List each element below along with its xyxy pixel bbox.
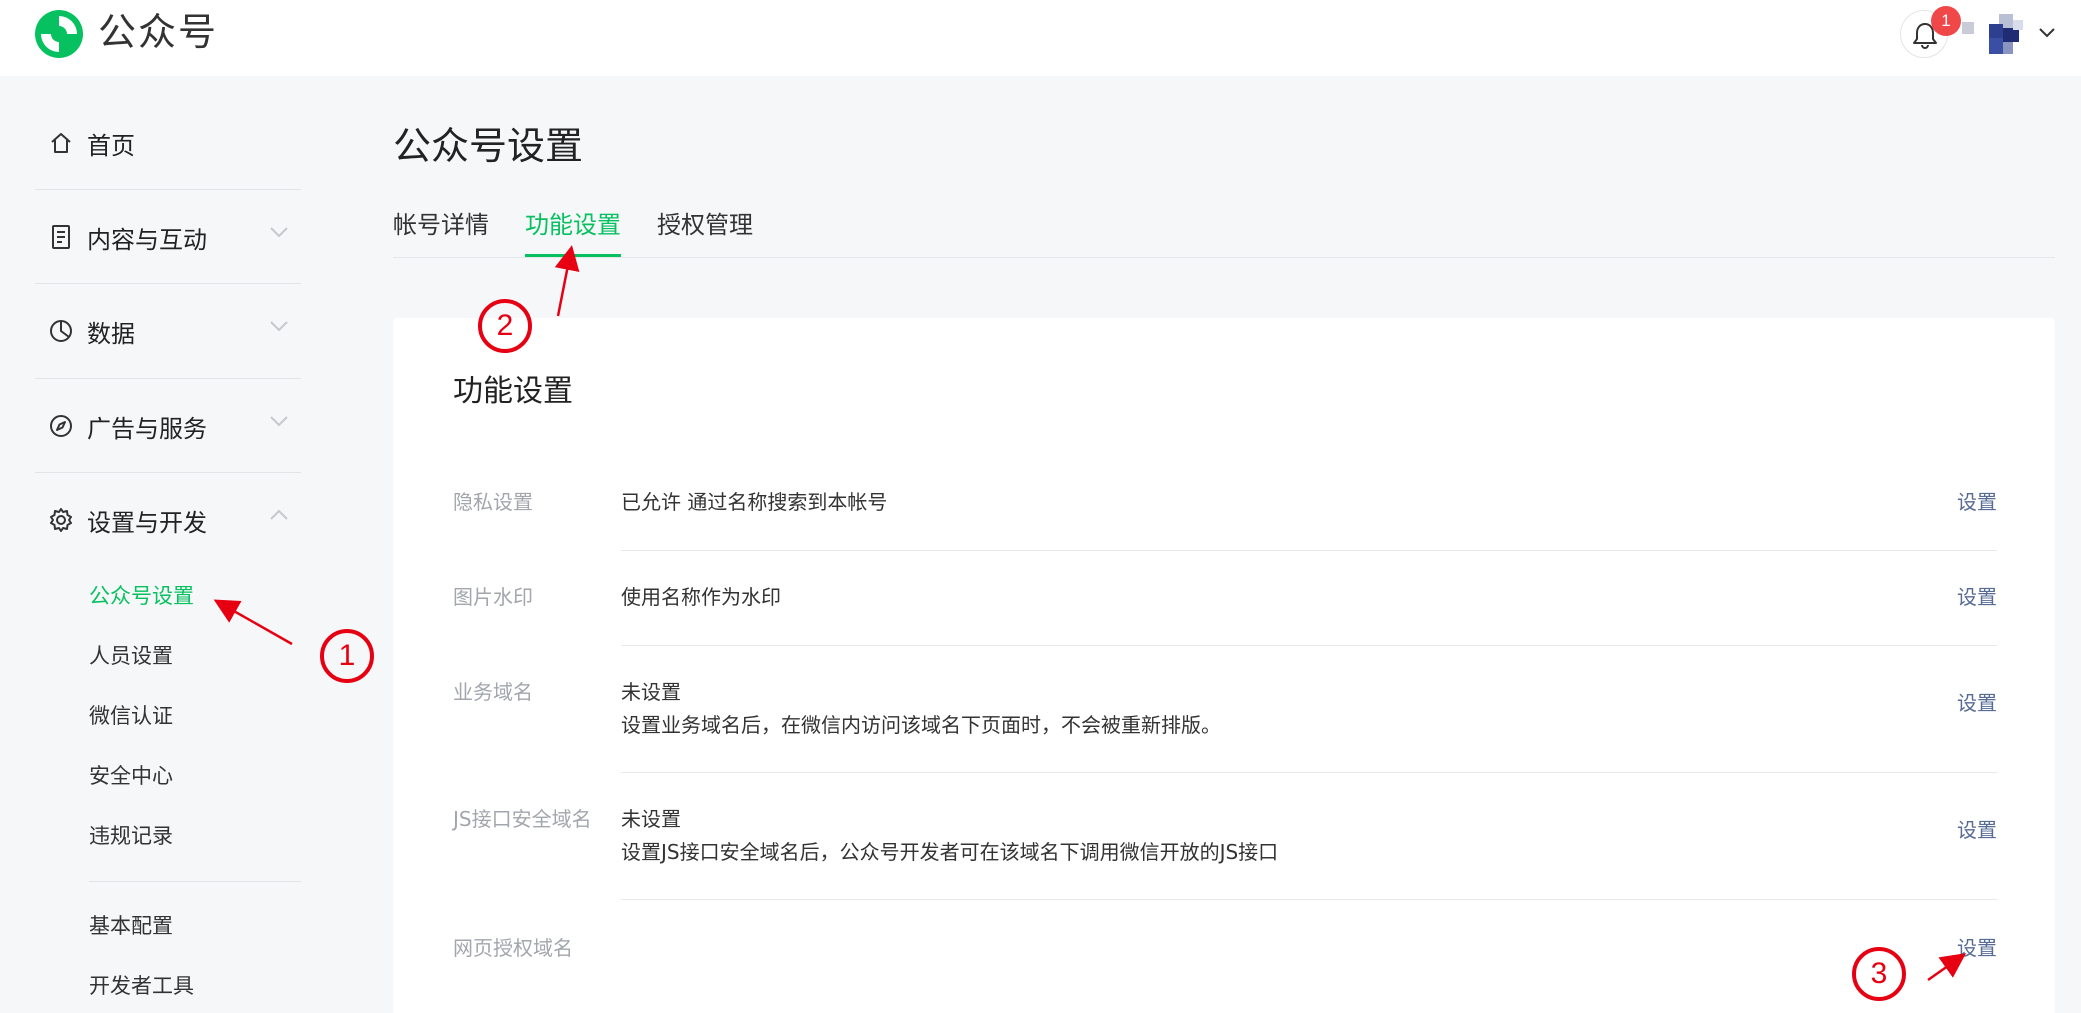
js-domain-settings-link[interactable]: 设置 (1957, 814, 1997, 846)
sidebar-item-label: 首页 (87, 131, 135, 160)
home-icon (47, 129, 75, 157)
sidebar-item-label: 数据 (87, 319, 135, 348)
sidebar-item-ads-services[interactable]: 广告与服务 (35, 379, 301, 473)
sidebar-item-home[interactable]: 首页 (35, 96, 301, 190)
card-title: 功能设置 (453, 374, 573, 409)
sidebar-subitem-violation-records[interactable]: 违规记录 (89, 821, 173, 851)
annotation-arrow-2 (554, 245, 580, 317)
brand-title: 公众号 (98, 10, 219, 54)
pie-chart-icon (47, 317, 75, 345)
chevron-down-icon (270, 227, 288, 238)
row-divider (621, 645, 1997, 646)
sidebar-item-label: 广告与服务 (87, 414, 207, 443)
row-divider (621, 772, 1997, 773)
chevron-down-icon (270, 416, 288, 427)
row-desc-business-domain: 设置业务域名后，在微信内访问该域名下页面时，不会被重新排版。 (621, 713, 1221, 737)
chevron-down-icon[interactable] (2038, 26, 2056, 38)
feature-settings-card: 功能设置 隐私设置 已允许 通过名称搜索到本帐号 设置 图片水印 使用名称作为水… (393, 318, 2055, 1013)
sidebar-item-label: 内容与互动 (87, 225, 207, 254)
wechat-official-logo-icon[interactable] (33, 8, 85, 60)
sidebar-subitem-security-center[interactable]: 安全中心 (89, 761, 173, 791)
row-label-watermark: 图片水印 (453, 585, 533, 609)
row-divider (621, 550, 1997, 551)
gear-icon (47, 506, 75, 534)
privacy-settings-link[interactable]: 设置 (1957, 486, 1997, 518)
sidebar-item-label: 设置与开发 (87, 508, 207, 537)
chevron-down-icon (270, 321, 288, 332)
notification-badge: 1 (1931, 6, 1961, 36)
sidebar-subitem-basic-config[interactable]: 基本配置 (89, 911, 173, 941)
row-value-privacy: 已允许 通过名称搜索到本帐号 (621, 490, 888, 514)
row-label-privacy: 隐私设置 (453, 490, 533, 514)
tab-authorization-management[interactable]: 授权管理 (657, 200, 753, 250)
sidebar-subitem-account-settings[interactable]: 公众号设置 (89, 581, 194, 611)
top-bar: 公众号 1 (0, 0, 2081, 76)
row-label-js-domain: JS接口安全域名 (453, 807, 592, 831)
avatar[interactable] (1985, 14, 2027, 56)
sidebar-subitem-developer-tools[interactable]: 开发者工具 (89, 971, 194, 1001)
chevron-up-icon (270, 509, 288, 520)
sidebar-item-settings-dev[interactable]: 设置与开发 (35, 473, 301, 567)
compass-icon (47, 412, 75, 440)
oauth-domain-settings-link[interactable]: 设置 (1957, 932, 1997, 964)
sidebar-item-data[interactable]: 数据 (35, 284, 301, 378)
row-value-business-domain: 未设置 (621, 680, 681, 704)
tab-bar: 帐号详情 功能设置 授权管理 (393, 200, 2055, 258)
tab-account-details[interactable]: 帐号详情 (393, 200, 489, 250)
account-name-blurred (1962, 22, 1974, 34)
annotation-step-2: 2 (478, 299, 532, 353)
annotation-step-1: 1 (320, 629, 374, 683)
row-value-js-domain: 未设置 (621, 807, 681, 831)
row-value-watermark: 使用名称作为水印 (621, 585, 781, 609)
row-divider (621, 899, 1997, 900)
tab-feature-settings[interactable]: 功能设置 (525, 200, 621, 257)
annotation-step-3: 3 (1852, 947, 1906, 1001)
sidebar-subitem-staff-settings[interactable]: 人员设置 (89, 641, 173, 671)
row-label-business-domain: 业务域名 (453, 680, 533, 704)
sidebar-item-content[interactable]: 内容与互动 (35, 190, 301, 284)
row-label-oauth-domain: 网页授权域名 (453, 936, 573, 960)
sidebar-divider (89, 881, 301, 882)
row-desc-js-domain: 设置JS接口安全域名后，公众号开发者可在该域名下调用微信开放的JS接口 (621, 840, 1279, 864)
document-icon (47, 223, 75, 251)
business-domain-settings-link[interactable]: 设置 (1957, 687, 1997, 719)
sidebar-subitem-wechat-verification[interactable]: 微信认证 (89, 701, 173, 731)
sidebar: 首页 内容与互动 数据 广告与服务 设置与开发 公众号设置 人员设置 微信认证 … (0, 76, 330, 1013)
watermark-settings-link[interactable]: 设置 (1957, 581, 1997, 613)
page-title: 公众号设置 (393, 124, 584, 168)
